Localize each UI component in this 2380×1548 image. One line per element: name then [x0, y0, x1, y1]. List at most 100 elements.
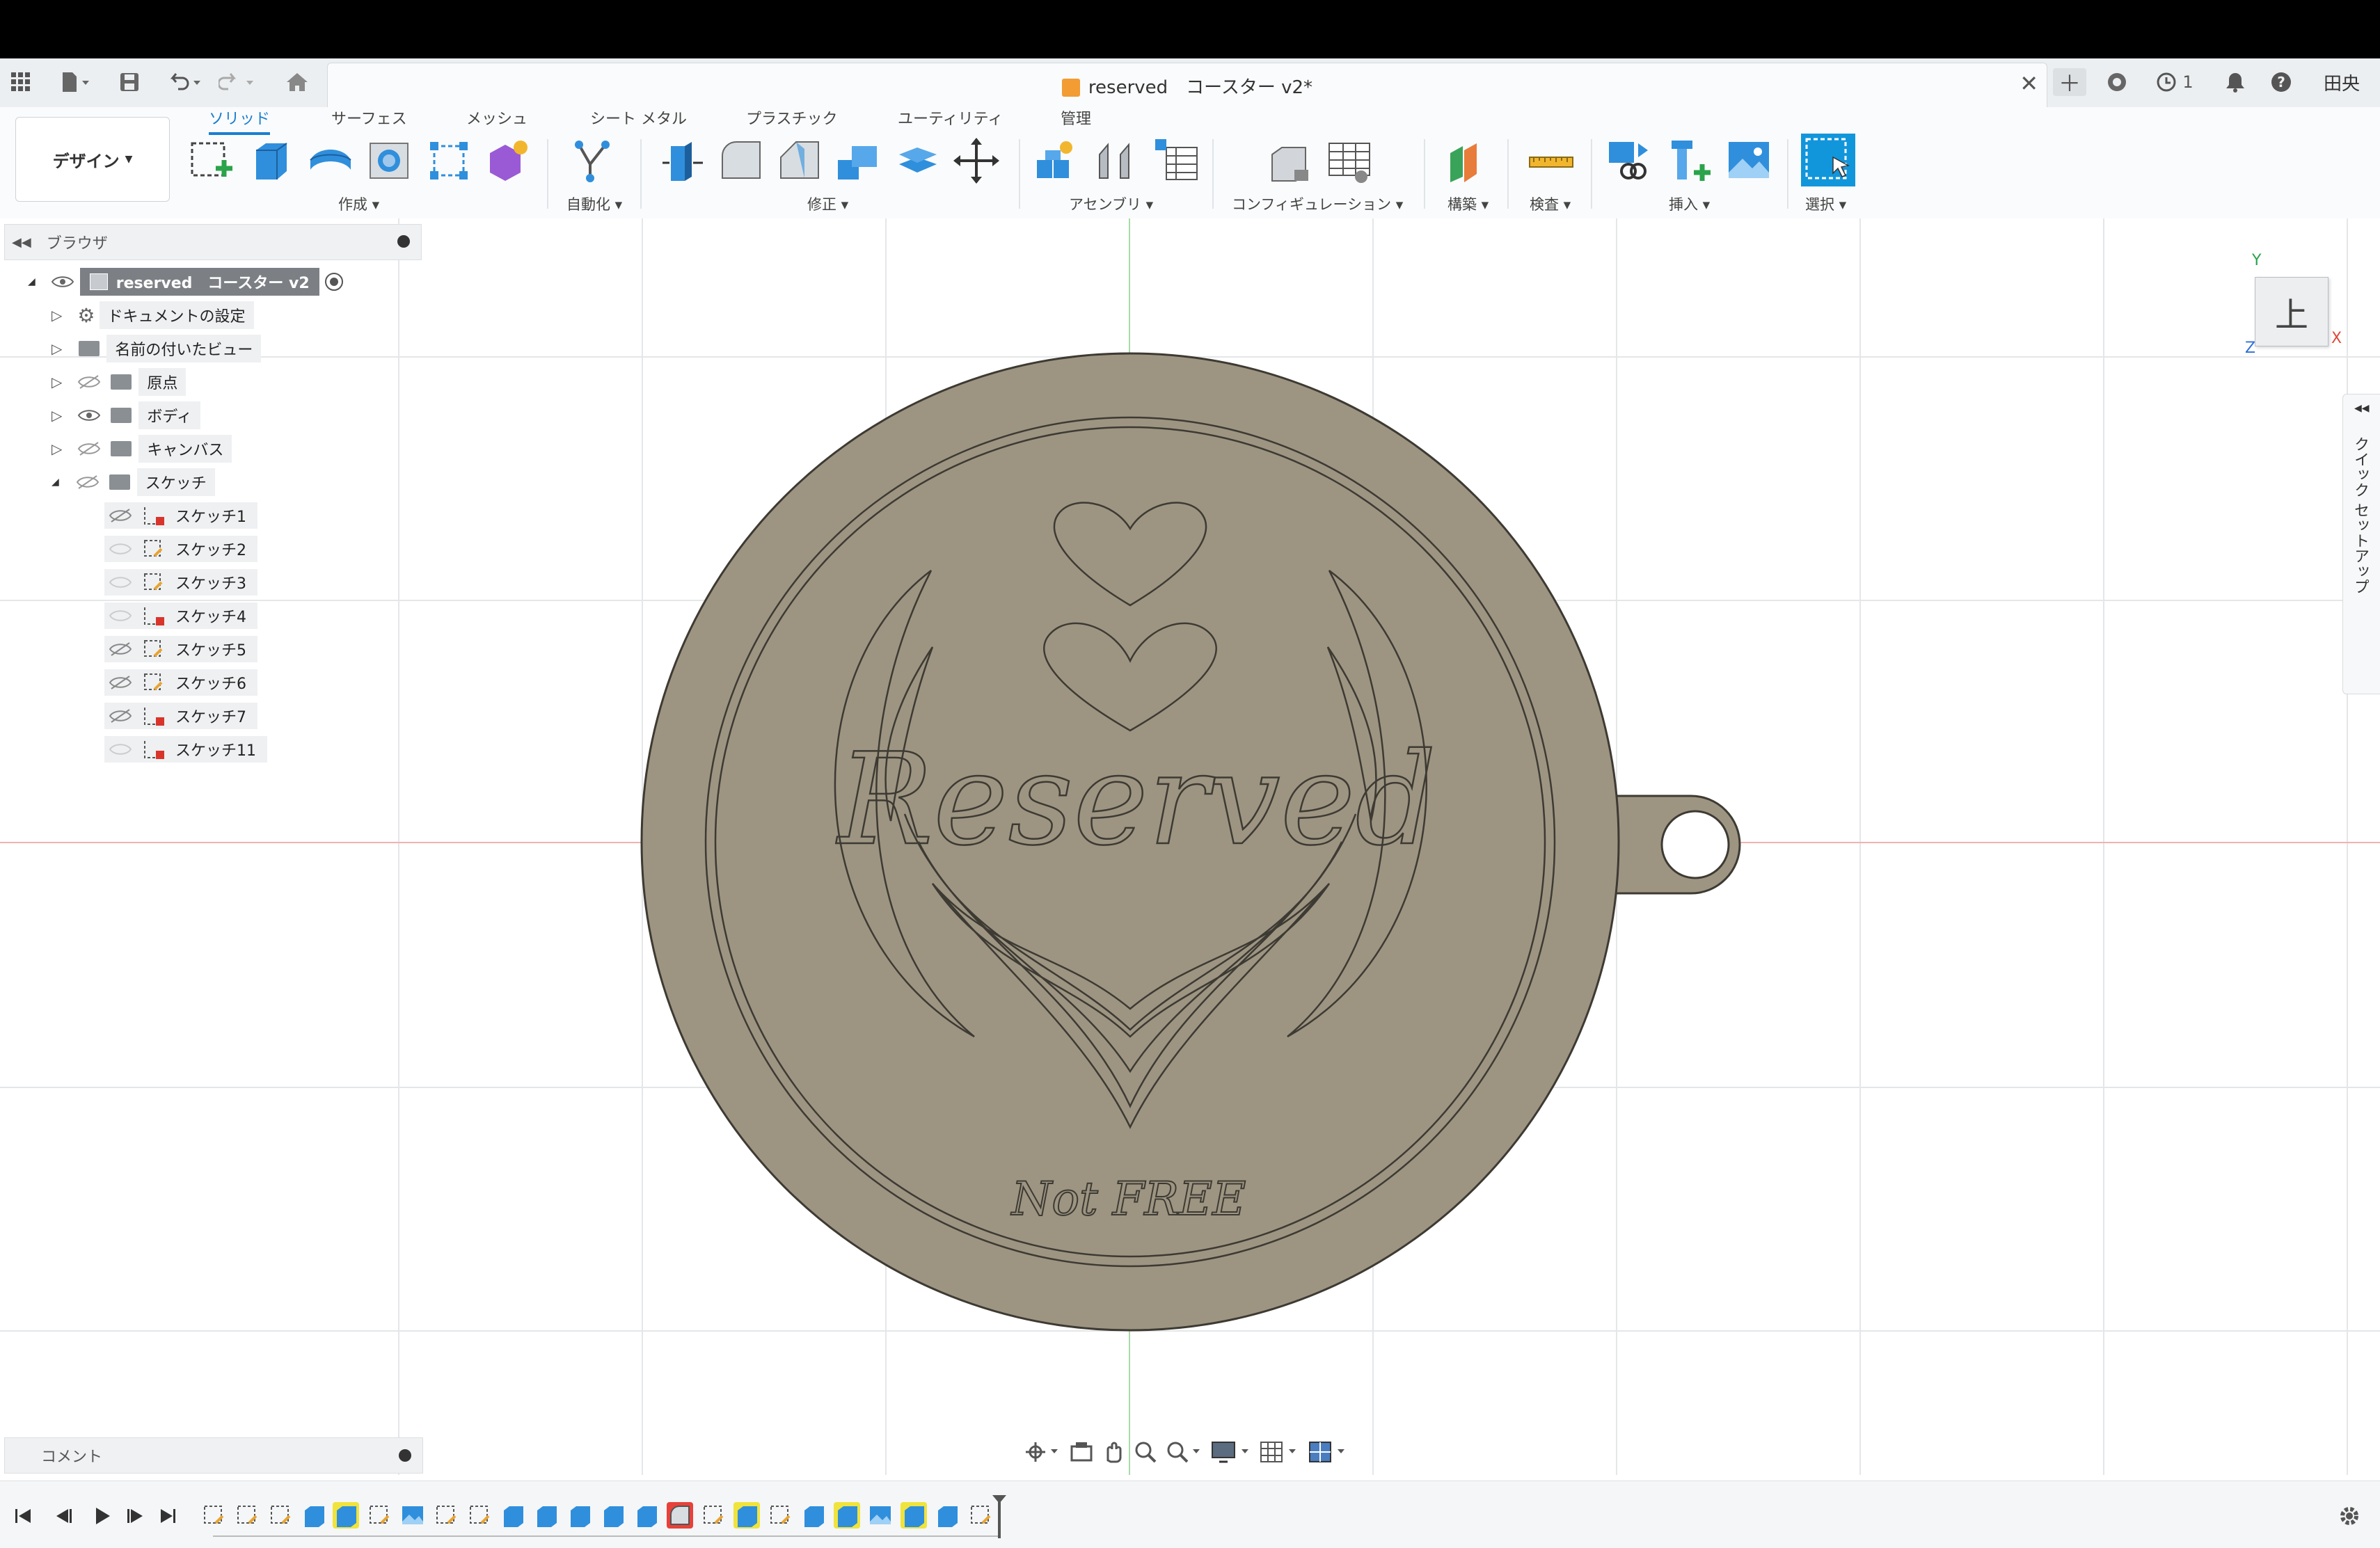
timeline-extrude-icon[interactable] — [733, 1502, 760, 1529]
new-component-icon[interactable] — [1033, 136, 1081, 185]
create-form-icon[interactable] — [483, 136, 532, 185]
sketch-row[interactable]: スケッチ3 — [104, 569, 257, 596]
collapse-panel-icon[interactable]: ◀◀ — [12, 235, 31, 250]
help-icon[interactable]: ? — [2266, 68, 2296, 96]
group-create[interactable]: 作成 ▾ — [338, 193, 379, 214]
extensions-icon[interactable] — [2102, 68, 2132, 96]
timeline-extrude-icon[interactable] — [566, 1502, 593, 1529]
timeline-canvas-icon[interactable] — [867, 1502, 894, 1529]
expand-triangle-icon[interactable]: ▷ — [51, 407, 62, 424]
timeline-marker[interactable] — [991, 1494, 1008, 1540]
display-settings-icon[interactable] — [1211, 1439, 1253, 1465]
offset-plane-icon[interactable] — [1445, 136, 1493, 185]
sketch-row[interactable]: スケッチ2 — [104, 536, 257, 562]
sketch-row[interactable]: スケッチ5 — [104, 636, 257, 662]
close-tab-icon[interactable]: ✕ — [2020, 70, 2038, 97]
timeline-sketch-icon[interactable] — [700, 1502, 727, 1529]
tab-mesh[interactable]: メッシュ — [466, 107, 527, 132]
timeline-extrude-icon[interactable] — [533, 1502, 560, 1529]
timeline-sketch-icon[interactable] — [767, 1502, 793, 1529]
hidden-eye-icon[interactable] — [109, 575, 132, 590]
configure-icon[interactable] — [1264, 136, 1312, 185]
hole-icon[interactable] — [365, 136, 413, 185]
timeline-extrude-icon[interactable] — [500, 1502, 526, 1529]
timeline-sketch-icon[interactable] — [366, 1502, 392, 1529]
hidden-eye-icon[interactable] — [109, 641, 132, 657]
expand-triangle-icon[interactable]: ▷ — [51, 307, 62, 324]
user-name[interactable]: 田央 — [2317, 68, 2366, 96]
tab-sheet-metal[interactable]: シート メタル — [590, 107, 687, 132]
timeline-fillet-error-icon[interactable] — [667, 1502, 693, 1529]
save-icon[interactable] — [116, 68, 143, 96]
create-sketch-icon[interactable] — [188, 136, 237, 185]
group-construct[interactable]: 構築 ▾ — [1447, 193, 1489, 214]
browser-item-document-settings[interactable]: ▷ ⚙ ドキュメントの設定 — [51, 301, 254, 329]
browser-item-canvases[interactable]: ▷ キャンバス — [51, 435, 232, 463]
hidden-eye-icon[interactable] — [77, 374, 101, 390]
sketch-row[interactable]: スケッチ1 — [104, 502, 257, 529]
fit-view-icon[interactable] — [1165, 1439, 1204, 1465]
zoom-icon[interactable] — [1133, 1439, 1158, 1465]
job-status[interactable]: 1 — [2150, 68, 2199, 96]
pattern-icon[interactable] — [425, 136, 473, 185]
fillet-icon[interactable] — [717, 136, 765, 185]
quick-setup-panel[interactable]: ◀◀ クイック セットアップ — [2342, 394, 2380, 694]
viewcube[interactable]: 上 — [2255, 277, 2329, 346]
sketch-row[interactable]: スケッチ11 — [104, 736, 267, 763]
press-pull-icon[interactable] — [658, 136, 707, 185]
timeline-extrude-icon[interactable] — [301, 1502, 327, 1529]
tab-utilities[interactable]: ユーティリティ — [898, 107, 1003, 132]
tab-manage[interactable]: 管理 — [1061, 107, 1091, 132]
file-menu-icon[interactable] — [54, 68, 96, 96]
visibility-eye-icon[interactable] — [51, 274, 74, 289]
sketch-row[interactable]: スケッチ4 — [104, 603, 257, 629]
app-grid-icon[interactable] — [7, 68, 35, 96]
browser-header[interactable]: ◀◀ ブラウザ — [4, 224, 422, 260]
browser-item-sketches[interactable]: ◢ スケッチ — [51, 468, 215, 496]
group-automate[interactable]: 自動化 ▾ — [566, 193, 622, 214]
select-icon[interactable] — [1801, 134, 1855, 186]
hidden-eye-icon[interactable] — [109, 675, 132, 690]
hidden-eye-icon[interactable] — [77, 441, 101, 456]
hidden-eye-icon[interactable] — [109, 708, 132, 724]
timeline-canvas-icon[interactable] — [399, 1502, 426, 1529]
expand-triangle-icon[interactable]: ▷ — [51, 440, 62, 457]
tab-plastic[interactable]: プラスチック — [746, 107, 838, 132]
group-insert[interactable]: 挿入 ▾ — [1669, 193, 1710, 214]
pan-icon[interactable] — [1101, 1439, 1126, 1465]
timeline-extrude-icon[interactable] — [901, 1502, 927, 1529]
expand-triangle-icon[interactable]: ▷ — [51, 374, 62, 390]
workspace-switcher[interactable]: デザイン ▼ — [15, 117, 170, 202]
home-icon[interactable] — [280, 68, 315, 96]
group-assemble[interactable]: アセンブリ ▾ — [1069, 193, 1153, 214]
shell-icon[interactable] — [894, 136, 942, 185]
timeline-extrude-icon[interactable] — [633, 1502, 660, 1529]
viewports-icon[interactable] — [1308, 1439, 1350, 1465]
insert-mcmaster-icon[interactable] — [1665, 136, 1713, 185]
hidden-eye-icon[interactable] — [109, 608, 132, 623]
timeline-extrude-icon[interactable] — [333, 1502, 359, 1529]
timeline-sketch-icon[interactable] — [967, 1502, 994, 1529]
coaster-model[interactable]: Reserved Not FREE — [626, 341, 1782, 1343]
hidden-eye-icon[interactable] — [109, 541, 132, 557]
expand-triangle-icon[interactable]: ▷ — [51, 340, 62, 357]
look-at-icon[interactable] — [1069, 1439, 1094, 1465]
bill-of-materials-icon[interactable] — [1152, 136, 1201, 185]
measure-icon[interactable] — [1527, 136, 1576, 185]
timeline-sketch-icon[interactable] — [200, 1502, 227, 1529]
timeline-sketch-icon[interactable] — [433, 1502, 459, 1529]
group-modify[interactable]: 修正 ▾ — [807, 193, 848, 214]
combine-icon[interactable] — [834, 136, 882, 185]
browser-item-bodies[interactable]: ▷ ボディ — [51, 401, 200, 429]
orbit-icon[interactable] — [1023, 1439, 1062, 1465]
document-tab[interactable]: reserved コースター v2* ✕ — [327, 63, 2047, 108]
timeline-extrude-icon[interactable] — [934, 1502, 960, 1529]
browser-item-origin[interactable]: ▷ 原点 — [51, 368, 187, 396]
browser-item-named-views[interactable]: ▷ 名前の付いたビュー — [51, 335, 262, 362]
notifications-icon[interactable] — [2220, 68, 2251, 96]
group-configure[interactable]: コンフィギュレーション ▾ — [1232, 193, 1403, 214]
expand-triangle-icon[interactable]: ◢ — [28, 276, 35, 287]
joint-icon[interactable] — [1093, 136, 1141, 185]
extrude-icon[interactable] — [248, 136, 296, 185]
insert-derive-icon[interactable] — [1605, 136, 1653, 185]
